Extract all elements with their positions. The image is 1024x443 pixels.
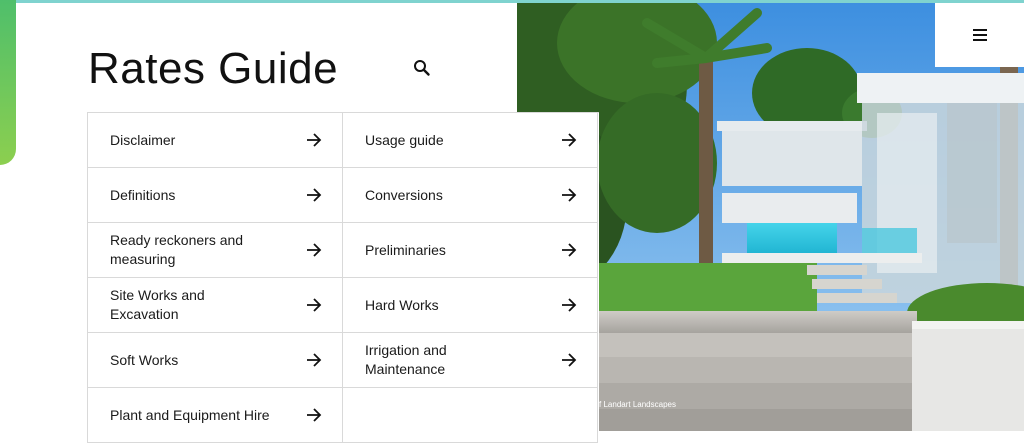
arrow-right-icon: [307, 298, 322, 312]
grid-item-preliminaries[interactable]: Preliminaries: [343, 223, 598, 278]
grid-item-label: Hard Works: [365, 296, 439, 313]
grid-item-disclaimer[interactable]: Disclaimer: [88, 113, 343, 168]
grid-item-label: Disclaimer: [110, 131, 176, 148]
arrow-right-icon: [307, 243, 322, 257]
grid-item-soft-works[interactable]: Soft Works: [88, 333, 343, 388]
search-icon[interactable]: [412, 58, 432, 78]
arrow-right-icon: [307, 353, 322, 367]
grid-item-label: Definitions: [110, 186, 176, 203]
arrow-right-icon: [562, 243, 577, 257]
grid-item-plant-hire[interactable]: Plant and Equipment Hire: [88, 388, 343, 443]
arrow-right-icon: [562, 353, 577, 367]
grid-item-label: Plant and Equipment Hire: [110, 406, 270, 423]
grid-item-label: Irrigation and Maintenance: [365, 342, 447, 377]
arrow-right-icon: [307, 408, 322, 422]
grid-empty-cell: [343, 388, 598, 443]
grid-item-site-works[interactable]: Site Works and Excavation: [88, 278, 343, 333]
arrow-right-icon: [307, 133, 322, 147]
arrow-right-icon: [562, 133, 577, 147]
arrow-right-icon: [307, 188, 322, 202]
grid-item-conversions[interactable]: Conversions: [343, 168, 598, 223]
rates-guide-grid: Disclaimer Usage guide Definitions Conve…: [87, 112, 599, 443]
grid-item-irrigation[interactable]: Irrigation and Maintenance: [343, 333, 598, 388]
grid-item-label: Usage guide: [365, 131, 444, 148]
grid-item-label: Conversions: [365, 186, 443, 203]
grid-item-hard-works[interactable]: Hard Works: [343, 278, 598, 333]
arrow-right-icon: [562, 188, 577, 202]
grid-item-label: Ready reckoners and measuring: [110, 232, 244, 267]
grid-item-label: Preliminaries: [365, 241, 446, 258]
hamburger-menu-icon: [972, 29, 987, 41]
page-title: Rates Guide: [88, 44, 339, 93]
arrow-right-icon: [562, 298, 577, 312]
grid-item-definitions[interactable]: Definitions: [88, 168, 343, 223]
grid-item-ready-reckoners[interactable]: Ready reckoners and measuring: [88, 223, 343, 278]
menu-button[interactable]: [935, 3, 1024, 67]
grid-item-label: Site Works and Excavation: [110, 287, 205, 322]
grid-item-label: Soft Works: [110, 351, 179, 368]
grid-item-usage-guide[interactable]: Usage guide: [343, 113, 598, 168]
brand-accent-shape: [0, 0, 16, 165]
